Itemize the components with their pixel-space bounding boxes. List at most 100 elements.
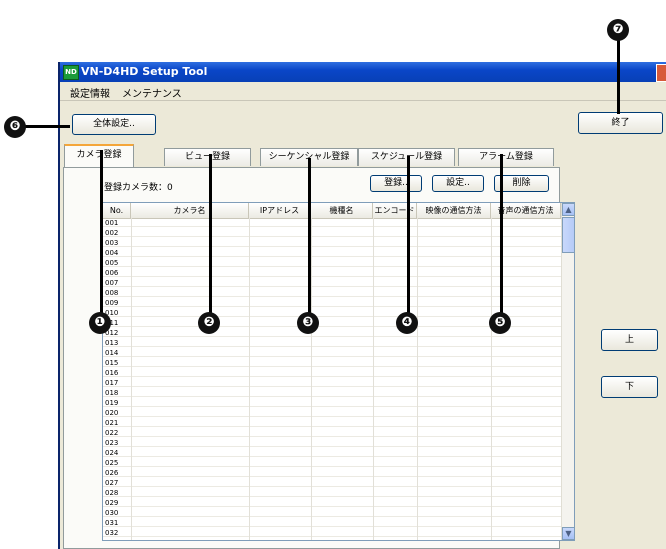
row-number: 013 (105, 339, 119, 347)
scroll-up-icon[interactable]: ▲ (562, 203, 574, 216)
table-row[interactable]: 018 (103, 389, 561, 397)
row-number: 025 (105, 459, 119, 467)
camera-table[interactable]: No. カメラ名 IPアドレス 機種名 エンコード 映像の通信方法 音声の通信方… (102, 202, 575, 541)
table-row[interactable]: 029 (103, 499, 561, 507)
callout-marker-1: ❶ (89, 312, 111, 334)
column-header-camera-name[interactable]: カメラ名 (131, 203, 249, 218)
scroll-thumb[interactable] (562, 217, 574, 253)
title-bar[interactable]: ND VN-D4HD Setup Tool (60, 62, 666, 82)
table-row[interactable]: 030 (103, 509, 561, 517)
table-row[interactable]: 009 (103, 299, 561, 307)
callout-marker-5: ❺ (489, 312, 511, 334)
table-row[interactable]: 016 (103, 369, 561, 377)
app-logo-icon: ND (63, 65, 79, 80)
row-number: 030 (105, 509, 119, 517)
table-row[interactable]: 003 (103, 239, 561, 247)
table-row[interactable]: 001 (103, 219, 561, 227)
table-row[interactable]: 022 (103, 429, 561, 437)
table-row[interactable]: 006 (103, 269, 561, 277)
table-row[interactable]: 004 (103, 249, 561, 257)
row-number: 006 (105, 269, 119, 277)
column-header-no[interactable]: No. (103, 203, 131, 218)
exit-button[interactable]: 終了 (578, 112, 663, 134)
row-number: 009 (105, 299, 119, 307)
row-number: 020 (105, 409, 119, 417)
row-number: 026 (105, 469, 119, 477)
row-number: 023 (105, 439, 119, 447)
table-row[interactable]: 023 (103, 439, 561, 447)
tab-alarm-registration[interactable]: アラーム登録 (458, 148, 554, 166)
registered-camera-count: 登録カメラ数：0 (104, 183, 173, 193)
close-icon[interactable] (656, 64, 666, 82)
row-number: 028 (105, 489, 119, 497)
row-number: 027 (105, 479, 119, 487)
global-settings-button[interactable]: 全体設定.. (72, 114, 156, 135)
table-row[interactable]: 007 (103, 279, 561, 287)
table-row[interactable]: 027 (103, 479, 561, 487)
menu-settings-info[interactable]: 設定情報 (70, 85, 110, 100)
leader-line-5 (500, 154, 503, 322)
callout-marker-3: ❸ (297, 312, 319, 334)
row-number: 021 (105, 419, 119, 427)
table-row[interactable]: 014 (103, 349, 561, 357)
register-button[interactable]: 登録.. (370, 175, 422, 192)
row-number: 001 (105, 219, 119, 227)
table-row[interactable]: 031 (103, 519, 561, 527)
move-up-button[interactable]: 上 (601, 329, 658, 351)
table-header: No. カメラ名 IPアドレス 機種名 エンコード 映像の通信方法 音声の通信方… (103, 203, 574, 219)
table-row[interactable]: 028 (103, 489, 561, 497)
callout-marker-6: ❻ (4, 116, 26, 138)
move-down-button[interactable]: 下 (601, 376, 658, 398)
column-header-encode[interactable]: エンコード (373, 203, 417, 218)
menu-maintenance[interactable]: メンテナンス (122, 85, 182, 100)
table-row[interactable]: 020 (103, 409, 561, 417)
row-number: 024 (105, 449, 119, 457)
menu-bar: 設定情報 メンテナンス (60, 82, 666, 101)
table-row[interactable]: 019 (103, 399, 561, 407)
window-title: VN-D4HD Setup Tool (81, 65, 208, 78)
app-window: ND VN-D4HD Setup Tool 設定情報 メンテナンス 全体設定..… (58, 62, 666, 549)
tab-camera-registration[interactable]: カメラ登録 (64, 144, 134, 168)
leader-line-4 (407, 156, 410, 322)
table-scrollbar[interactable]: ▲ ▼ (561, 203, 574, 540)
table-row[interactable]: 008 (103, 289, 561, 297)
column-header-video-protocol[interactable]: 映像の通信方法 (417, 203, 491, 218)
leader-line-2 (209, 154, 212, 322)
table-row[interactable]: 026 (103, 469, 561, 477)
row-number: 005 (105, 259, 119, 267)
row-number: 007 (105, 279, 119, 287)
leader-line-3 (308, 158, 311, 322)
callout-marker-4: ❹ (396, 312, 418, 334)
table-row[interactable]: 024 (103, 449, 561, 457)
row-number: 031 (105, 519, 119, 527)
table-row[interactable]: 013 (103, 339, 561, 347)
column-header-ip-address[interactable]: IPアドレス (249, 203, 311, 218)
row-number: 016 (105, 369, 119, 377)
callout-marker-7: ❼ (607, 19, 629, 41)
row-number: 004 (105, 249, 119, 257)
row-number: 018 (105, 389, 119, 397)
row-number: 032 (105, 529, 119, 537)
column-header-model-name[interactable]: 機種名 (311, 203, 373, 218)
leader-line-7 (617, 38, 620, 114)
row-number: 015 (105, 359, 119, 367)
table-row[interactable]: 015 (103, 359, 561, 367)
row-number: 022 (105, 429, 119, 437)
table-row[interactable]: 025 (103, 459, 561, 467)
table-row[interactable]: 005 (103, 259, 561, 267)
leader-line-1 (100, 150, 103, 320)
settings-button[interactable]: 設定.. (432, 175, 484, 192)
callout-marker-2: ❷ (198, 312, 220, 334)
tab-view-registration[interactable]: ビュー登録 (164, 148, 251, 166)
table-row[interactable]: 017 (103, 379, 561, 387)
row-number: 017 (105, 379, 119, 387)
row-number: 002 (105, 229, 119, 237)
row-number: 019 (105, 399, 119, 407)
row-number: 003 (105, 239, 119, 247)
scroll-down-icon[interactable]: ▼ (562, 527, 574, 540)
table-row[interactable]: 002 (103, 229, 561, 237)
table-row[interactable]: 032 (103, 529, 561, 537)
row-number: 008 (105, 289, 119, 297)
leader-line-6 (24, 125, 70, 128)
table-row[interactable]: 021 (103, 419, 561, 427)
